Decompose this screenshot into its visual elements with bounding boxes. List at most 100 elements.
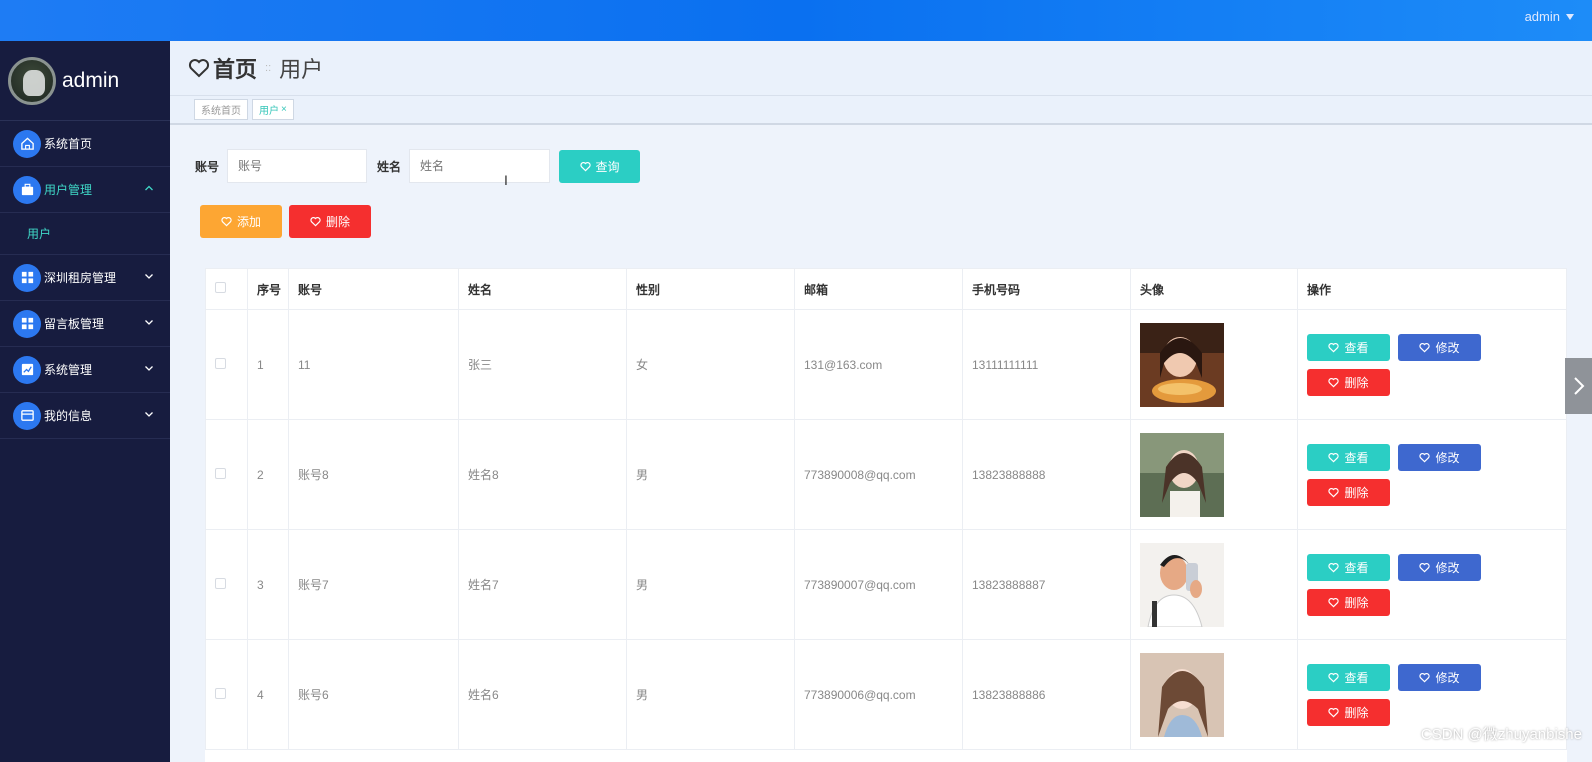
heart-icon xyxy=(1328,597,1340,607)
heart-icon xyxy=(1328,562,1340,572)
sidebar-item-user-management[interactable]: 用户管理 xyxy=(0,167,170,213)
column-header[interactable]: 头像 xyxy=(1130,268,1298,310)
cell-actions: 查看 修改 删除 xyxy=(1297,419,1567,530)
edit-button-label: 修改 xyxy=(1435,340,1460,355)
batch-delete-button[interactable]: 删除 xyxy=(289,205,371,238)
row-delete-button[interactable]: 删除 xyxy=(1307,478,1390,506)
sidebar-username: admin xyxy=(62,68,120,92)
cell-account: 账号8 xyxy=(288,419,459,530)
cell-phone: 13823888887 xyxy=(962,529,1131,640)
heart-icon xyxy=(310,216,321,227)
view-button[interactable]: 查看 xyxy=(1307,553,1390,581)
cell-avatar xyxy=(1130,639,1298,750)
action-bar: 添加 删除 xyxy=(200,205,371,238)
sidebar-subitem-label: 用户 xyxy=(27,227,52,241)
row-delete-button[interactable]: 删除 xyxy=(1307,698,1390,726)
heart-icon xyxy=(1419,342,1431,352)
row-delete-button[interactable]: 删除 xyxy=(1307,368,1390,396)
view-button[interactable]: 查看 xyxy=(1307,443,1390,471)
cell-name: 张三 xyxy=(458,309,627,420)
edit-button[interactable]: 修改 xyxy=(1398,553,1481,581)
column-header[interactable]: 账号 xyxy=(288,268,459,310)
sidebar-item-rental-management[interactable]: 深圳租房管理 xyxy=(0,255,170,301)
cell-name: 姓名6 xyxy=(458,639,627,750)
view-button[interactable]: 查看 xyxy=(1307,663,1390,691)
column-header[interactable]: 操作 xyxy=(1297,268,1567,310)
user-menu-label: admin xyxy=(1524,9,1560,24)
account-label: 账号 xyxy=(195,159,220,174)
add-button[interactable]: 添加 xyxy=(200,205,282,238)
row-delete-button[interactable]: 删除 xyxy=(1307,588,1390,616)
cell-gender: 男 xyxy=(626,419,795,530)
cell-email: 773890008@qq.com xyxy=(794,419,963,530)
heart-icon xyxy=(1419,452,1431,462)
heart-icon xyxy=(1419,672,1431,682)
row-select-cell xyxy=(205,309,248,420)
sidebar-item-label: 我的信息 xyxy=(44,409,93,423)
breadcrumb-home[interactable]: 首页 xyxy=(213,52,257,84)
column-header[interactable]: 序号 xyxy=(247,268,289,310)
row-delete-button-label: 删除 xyxy=(1344,375,1369,390)
heart-icon xyxy=(1328,707,1340,717)
user-menu[interactable]: admin xyxy=(1525,9,1574,24)
row-checkbox[interactable] xyxy=(215,687,226,699)
name-search-input[interactable] xyxy=(409,149,551,183)
sidebar-item-message-board[interactable]: 留言板管理 xyxy=(0,301,170,347)
tab-bar: 系统首页 用户 × xyxy=(170,95,1592,125)
account-search-input[interactable] xyxy=(227,149,368,183)
row-checkbox[interactable] xyxy=(215,357,226,369)
chevron-right-icon xyxy=(1573,377,1584,395)
edit-button[interactable]: 修改 xyxy=(1398,443,1481,471)
chevron-down-icon xyxy=(145,366,153,371)
cell-avatar xyxy=(1130,419,1298,530)
batch-delete-button-label: 删除 xyxy=(325,215,350,229)
select-all-checkbox[interactable] xyxy=(215,282,226,293)
avatar xyxy=(8,56,56,105)
heart-icon xyxy=(1419,562,1431,572)
cell-gender: 女 xyxy=(626,309,795,420)
edit-button[interactable]: 修改 xyxy=(1398,663,1481,691)
sidebar-item-system-management[interactable]: 系统管理 xyxy=(0,347,170,393)
query-button-label: 查询 xyxy=(595,159,620,174)
chevron-down-icon xyxy=(145,320,153,325)
heart-icon xyxy=(1328,672,1340,682)
tab-users[interactable]: 用户 × xyxy=(252,99,294,120)
row-checkbox[interactable] xyxy=(215,467,226,479)
caret-down-icon xyxy=(1566,13,1574,20)
chevron-up-icon xyxy=(145,185,153,191)
side-toggle[interactable] xyxy=(1565,358,1592,414)
row-select-cell xyxy=(205,529,248,640)
column-header[interactable]: 性别 xyxy=(626,268,795,310)
name-label: 姓名 xyxy=(377,159,402,174)
add-button-label: 添加 xyxy=(236,215,261,229)
row-select-cell xyxy=(205,639,248,750)
edit-button-label: 修改 xyxy=(1435,560,1460,575)
sidebar-item-my-info[interactable]: 我的信息 xyxy=(0,393,170,439)
sidebar-item-label: 留言板管理 xyxy=(44,317,105,331)
avatar-photo xyxy=(1140,322,1297,407)
cell-index: 1 xyxy=(247,309,289,420)
cell-gender: 男 xyxy=(626,639,795,750)
chevron-down-icon xyxy=(145,412,153,417)
sidebar-subitem-users[interactable]: 用户 xyxy=(0,213,170,255)
row-checkbox[interactable] xyxy=(215,577,226,589)
query-button[interactable]: 查询 xyxy=(559,149,641,183)
view-button[interactable]: 查看 xyxy=(1307,333,1390,361)
sidebar-item-home[interactable]: 系统首页 xyxy=(0,121,170,167)
home-icon xyxy=(13,129,41,158)
grid-icon xyxy=(13,309,41,338)
column-header[interactable]: 手机号码 xyxy=(962,268,1131,310)
tab-home[interactable]: 系统首页 xyxy=(194,99,248,120)
card-icon xyxy=(13,401,41,430)
sidebar-item-label: 用户管理 xyxy=(44,183,93,197)
sidebar: admin 系统首页 用户管理 用户 深圳租房管理 留言板管理 系统管理 我的信… xyxy=(0,41,170,762)
view-button-label: 查看 xyxy=(1344,450,1369,465)
column-header[interactable]: 邮箱 xyxy=(794,268,963,310)
cell-index: 3 xyxy=(247,529,289,640)
edit-button[interactable]: 修改 xyxy=(1398,333,1481,361)
column-header[interactable]: 姓名 xyxy=(458,268,627,310)
user-table: 序号 账号 姓名 性别 邮箱 手机号码 头像 操作 1 11 张三女 131@163.… xyxy=(205,268,1567,762)
close-icon[interactable]: × xyxy=(281,104,287,115)
heart-icon xyxy=(188,59,210,78)
avatar-photo xyxy=(1140,652,1297,737)
